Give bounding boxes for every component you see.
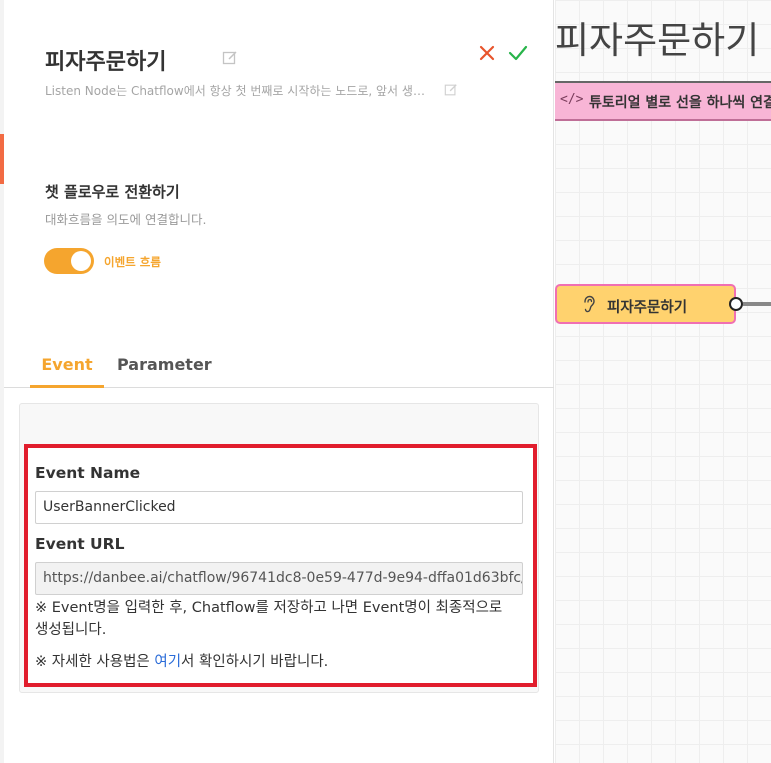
- canvas-annotation-band[interactable]: </> 튜토리얼 별로 선을 하나씩 연결: [555, 81, 771, 121]
- node-description: Listen Node는 Chatflow에서 항상 첫 번째로 시작하는 노드…: [45, 84, 435, 98]
- tab-parameter[interactable]: Parameter: [117, 346, 212, 388]
- canvas-title: 피자주문하기: [555, 19, 760, 62]
- help-note-suffix: 서 확인하시기 바랍니다.: [181, 654, 329, 670]
- edit-icon[interactable]: [444, 83, 458, 97]
- panel-edge-marker: [0, 134, 4, 184]
- code-icon: </>: [560, 92, 584, 107]
- node-output-port[interactable]: [729, 297, 743, 311]
- event-note: ※ Event명을 입력한 후, Chatflow를 저장하고 나면 Event…: [35, 600, 503, 638]
- help-note-prefix: ※ 자세한 사용법은: [35, 654, 155, 670]
- section-title: 챗 플로우로 전환하기: [45, 183, 180, 201]
- edit-icon[interactable]: [222, 50, 238, 66]
- event-url-label: Event URL: [35, 535, 125, 553]
- flow-node[interactable]: 피자주문하기: [555, 284, 736, 324]
- band-text: 튜토리얼 별로 선을 하나씩 연결: [589, 95, 771, 111]
- toggle-label: 이벤트 흐름: [104, 255, 161, 269]
- toggle-knob: [71, 251, 91, 271]
- node-label: 피자주문하기: [607, 300, 688, 316]
- node-connection-wire: [743, 302, 771, 306]
- tab-bar: Event Parameter: [4, 346, 554, 388]
- tab-event[interactable]: Event: [30, 346, 104, 388]
- section-subtitle: 대화흐름을 의도에 연결합니다.: [45, 212, 207, 227]
- help-note: ※ 자세한 사용법은 여기서 확인하시기 바랍니다.: [35, 651, 505, 673]
- event-name-input[interactable]: UserBannerClicked: [35, 491, 523, 524]
- node-title: 피자주문하기: [45, 50, 167, 75]
- app-root: 피자주문하기 Listen Node는 Chatflow에서 항상 첫 번째로 …: [0, 0, 771, 763]
- close-icon[interactable]: [478, 44, 496, 62]
- event-name-label: Event Name: [35, 464, 141, 482]
- event-flow-toggle[interactable]: [44, 248, 94, 274]
- check-icon[interactable]: [508, 44, 528, 62]
- help-link[interactable]: 여기: [154, 654, 181, 670]
- event-url-field: https://danbee.ai/chatflow/96741dc8-0e59…: [35, 562, 523, 595]
- ear-icon: [584, 295, 595, 313]
